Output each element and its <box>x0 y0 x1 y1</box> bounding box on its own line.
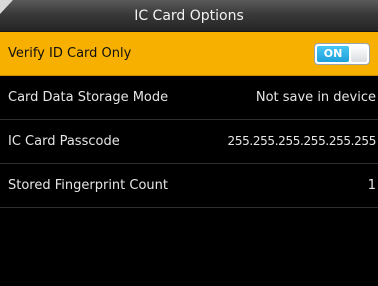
setting-label: Verify ID Card Only <box>8 46 132 61</box>
settings-list: Verify ID Card Only ON Card Data Storage… <box>0 32 378 208</box>
toggle-on-label: ON <box>317 46 349 62</box>
setting-label: Stored Fingerprint Count <box>8 178 169 193</box>
toggle-knob <box>351 46 367 62</box>
title-bar: IC Card Options <box>0 0 378 32</box>
setting-value: 1 <box>367 178 376 193</box>
setting-value: Not save in device <box>255 90 376 105</box>
setting-card-data-storage-mode[interactable]: Card Data Storage Mode Not save in devic… <box>0 76 378 120</box>
screen: IC Card Options Verify ID Card Only ON C… <box>0 0 378 286</box>
setting-value: 255.255.255.255.255.255 <box>227 134 377 148</box>
on-off-toggle[interactable]: ON <box>314 43 370 65</box>
page-title: IC Card Options <box>134 8 244 24</box>
setting-ic-card-passcode[interactable]: IC Card Passcode 255.255.255.255.255.255 <box>0 120 378 164</box>
setting-label: IC Card Passcode <box>8 134 120 149</box>
setting-label: Card Data Storage Mode <box>8 90 169 105</box>
setting-stored-fingerprint-count[interactable]: Stored Fingerprint Count 1 <box>0 164 378 208</box>
setting-verify-id-card-only[interactable]: Verify ID Card Only ON <box>0 32 378 76</box>
